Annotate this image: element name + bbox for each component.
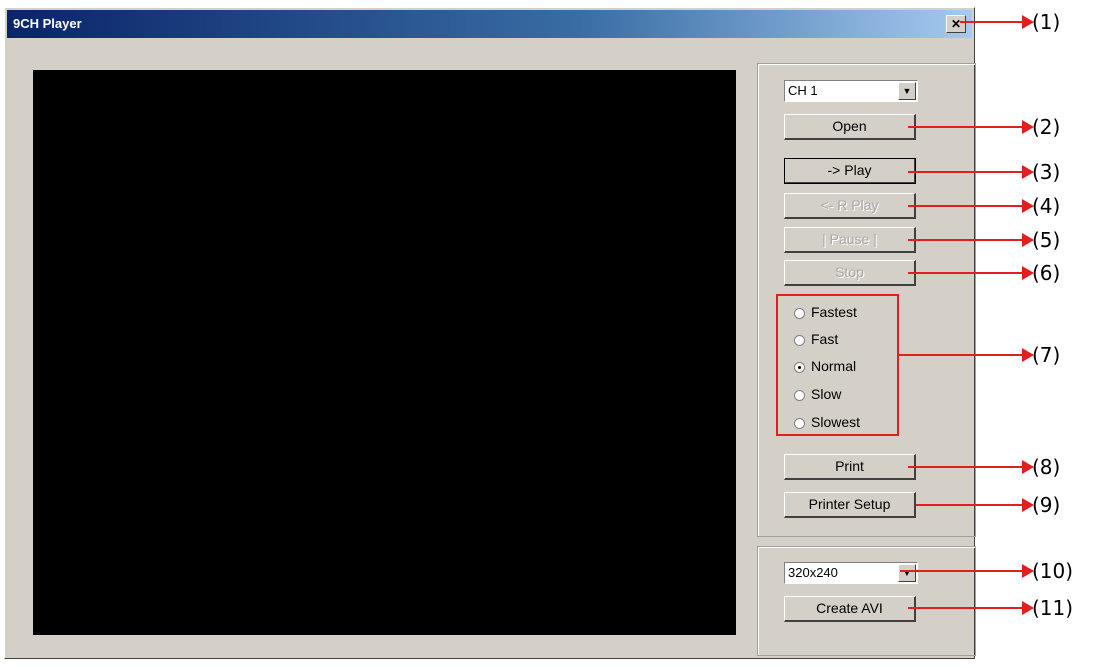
radio-icon[interactable] [794,417,805,429]
callout-arrow [908,233,1034,247]
print-button[interactable]: Print [784,454,916,480]
callout-arrow [960,15,1034,29]
callout-label: (8) [1032,455,1061,479]
speed-label: Fastest [811,304,857,320]
callout-arrow [908,165,1034,179]
speed-option-slowest[interactable]: Slowest [794,410,860,434]
radio-icon[interactable] [794,334,805,346]
callout-label: (4) [1032,194,1061,218]
video-display [33,70,736,635]
channel-select-value: CH 1 [788,83,818,98]
reverse-play-button[interactable]: <- R Play [784,193,916,219]
open-button[interactable]: Open [784,114,916,140]
callout-label: (7) [1032,343,1061,367]
callout-label: (10) [1032,559,1074,583]
callout-arrow [908,460,1034,474]
window-title: 9CH Player [13,16,82,31]
close-icon: ✕ [950,17,962,31]
play-button[interactable]: -> Play [784,158,916,184]
speed-option-fast[interactable]: Fast [794,327,838,351]
speed-option-slow[interactable]: Slow [794,382,841,406]
callout-arrow [908,266,1034,280]
callout-label: (11) [1032,596,1074,620]
callout-label: (6) [1032,261,1061,285]
close-button[interactable]: ✕ [946,15,966,33]
radio-icon[interactable] [794,389,805,401]
speed-label: Normal [811,358,857,374]
resolution-select-value: 320x240 [788,565,838,580]
speed-label: Slow [811,386,842,402]
stop-button[interactable]: Stop [784,260,916,286]
speed-option-normal[interactable]: Normal [794,354,856,378]
callout-label: (3) [1032,160,1061,184]
speed-option-fastest[interactable]: Fastest [794,300,857,324]
speed-label: Slowest [811,414,861,430]
callout-label: (1) [1032,10,1061,34]
callout-arrow [899,348,1034,362]
callout-arrow [908,601,1034,615]
resolution-select[interactable]: 320x240 ▼ [784,562,918,584]
printer-setup-button[interactable]: Printer Setup [784,492,916,518]
create-avi-button[interactable]: Create AVI [784,596,916,622]
speed-label: Fast [811,331,839,347]
callout-arrow [900,564,1034,578]
radio-icon[interactable] [794,361,805,373]
title-bar: 9CH Player ✕ [7,10,972,38]
callout-label: (5) [1032,228,1061,252]
speed-options: Fastest Fast Normal Slow Slowest [776,294,899,436]
callout-arrow [916,498,1034,512]
radio-icon[interactable] [794,307,805,319]
chevron-down-icon[interactable]: ▼ [898,82,916,100]
callout-arrow [908,199,1034,213]
pause-button[interactable]: | Pause | [784,227,916,253]
chevron-down-icon[interactable]: ▼ [898,564,916,582]
callout-label: (9) [1032,493,1061,517]
callout-arrow [908,120,1034,134]
channel-select[interactable]: CH 1 ▼ [784,80,918,102]
callout-label: (2) [1032,115,1061,139]
